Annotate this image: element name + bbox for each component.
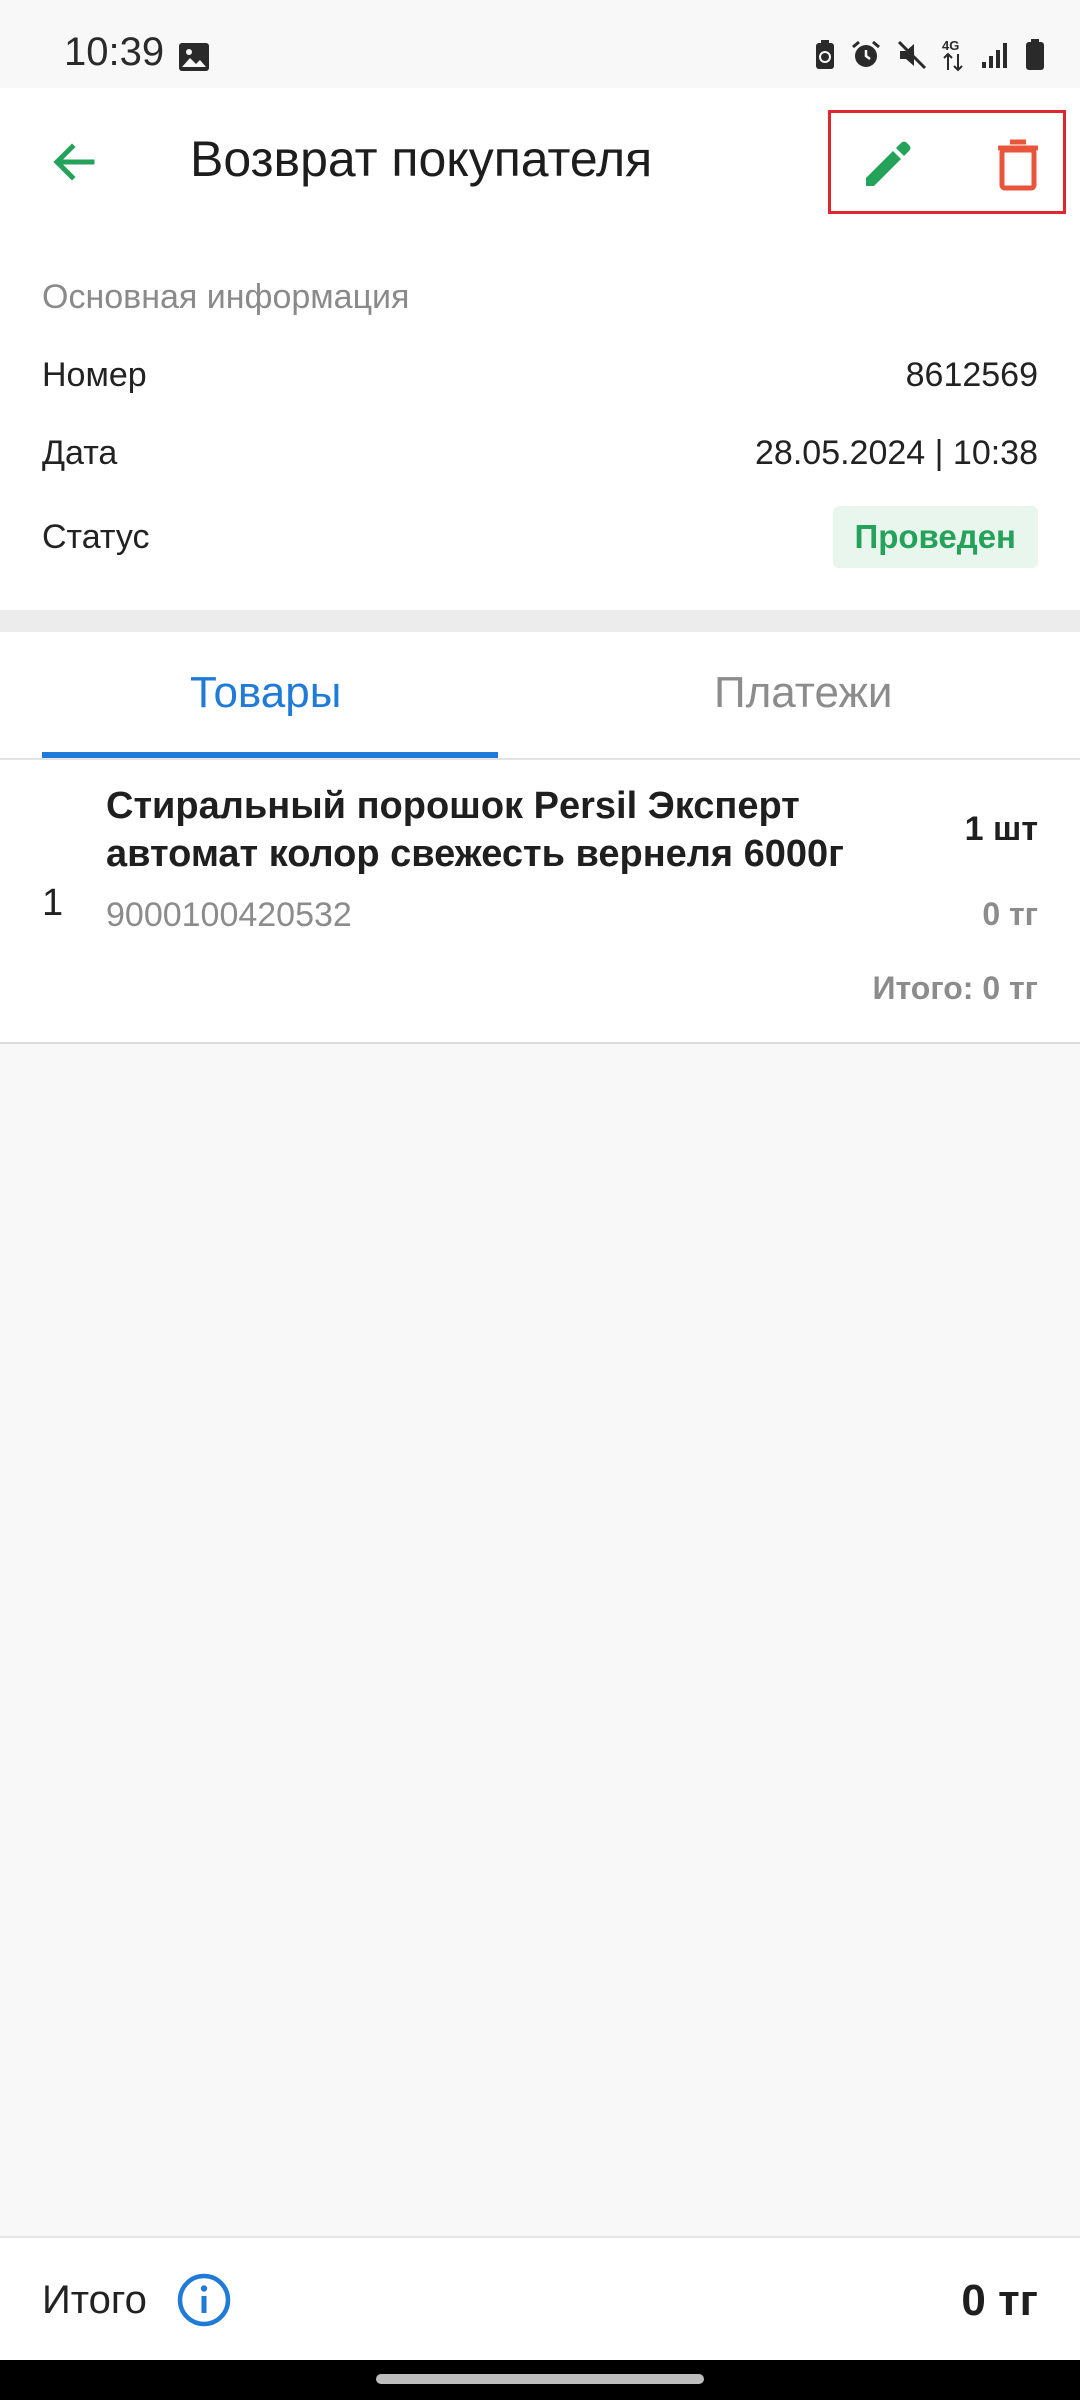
app-bar: Возврат покупателя bbox=[0, 88, 1080, 236]
number-label: Номер bbox=[42, 356, 147, 394]
item-index: 1 bbox=[42, 882, 64, 924]
status-badge: Проведен bbox=[832, 506, 1038, 568]
status-icons: 4G bbox=[814, 38, 1046, 72]
item-quantity: 1 шт bbox=[964, 810, 1038, 848]
item-barcode: 9000100420532 bbox=[106, 896, 352, 934]
status-bar: 10:39 4G bbox=[0, 0, 1080, 88]
tab-payments[interactable]: Платежи bbox=[714, 668, 892, 718]
trash-icon[interactable] bbox=[986, 132, 1050, 196]
page-title: Возврат покупателя bbox=[190, 131, 653, 187]
date-label: Дата bbox=[42, 434, 118, 472]
alarm-icon bbox=[852, 40, 880, 67]
number-value: 8612569 bbox=[905, 356, 1038, 394]
back-arrow-icon[interactable] bbox=[44, 132, 104, 192]
list-item[interactable]: 1 Стиральный порошок Persil Эксперт авто… bbox=[0, 760, 1080, 1044]
section-heading: Основная информация bbox=[42, 278, 410, 316]
total-footer: Итого 0 тг bbox=[0, 2236, 1080, 2362]
active-tab-indicator bbox=[42, 752, 498, 758]
footer-total-value: 0 тг bbox=[961, 2276, 1038, 2325]
info-icon[interactable] bbox=[176, 2272, 232, 2328]
tab-bar: Товары Платежи bbox=[0, 632, 1080, 760]
battery-icon bbox=[1026, 39, 1044, 70]
system-nav-bar bbox=[0, 2360, 1080, 2400]
basic-info-section: Основная информация Номер 8612569 Дата 2… bbox=[0, 236, 1080, 610]
status-label: Статус bbox=[42, 518, 150, 556]
item-name: Стиральный порошок Persil Эксперт автома… bbox=[106, 785, 845, 875]
footer-total-label: Итого bbox=[42, 2278, 147, 2322]
svg-text:4G: 4G bbox=[942, 38, 959, 53]
tab-goods[interactable]: Товары bbox=[190, 668, 341, 718]
section-divider bbox=[0, 610, 1080, 632]
network-icon: 4G bbox=[942, 38, 963, 72]
home-gesture-handle[interactable] bbox=[376, 2374, 704, 2384]
battery-saver-icon bbox=[816, 40, 834, 69]
status-time: 10:39 bbox=[64, 30, 165, 74]
mute-icon bbox=[897, 40, 927, 70]
item-total: Итого: 0 тг bbox=[872, 970, 1038, 1006]
image-icon bbox=[179, 43, 209, 71]
edit-pencil-icon[interactable] bbox=[856, 132, 920, 196]
date-value: 28.05.2024 | 10:38 bbox=[755, 434, 1038, 472]
signal-icon bbox=[982, 43, 1007, 68]
item-price: 0 тг bbox=[982, 896, 1038, 932]
